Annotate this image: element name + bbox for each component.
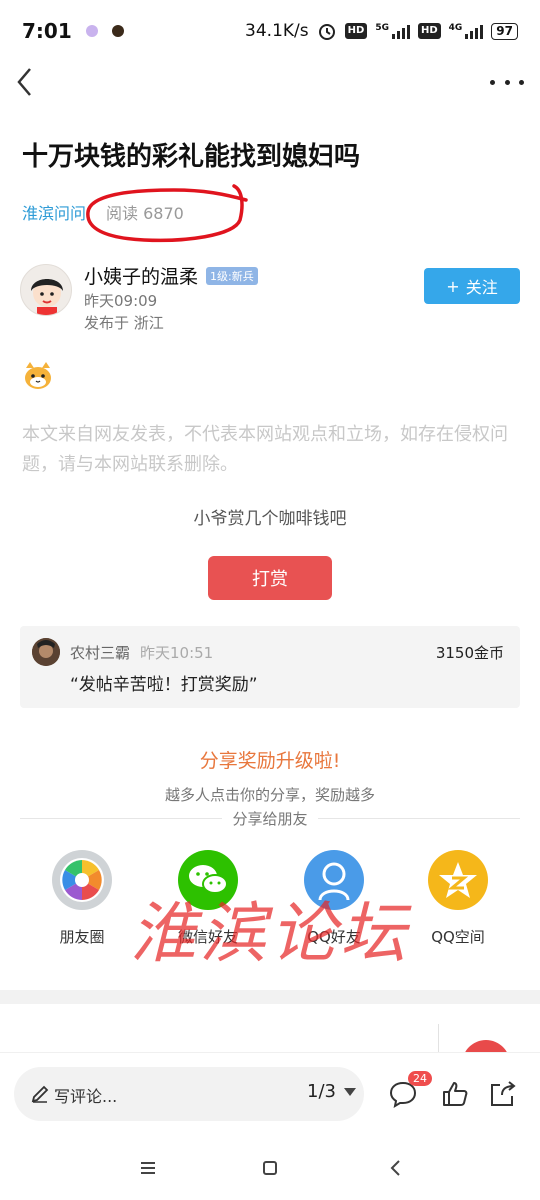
- back-button[interactable]: [10, 64, 40, 100]
- status-time: 7:01: [22, 19, 72, 43]
- reward-button[interactable]: 打赏: [208, 556, 332, 600]
- section-separator: [0, 990, 540, 1004]
- comment-placeholder: 写评论...: [54, 1087, 118, 1106]
- post-location: 发布于 浙江: [84, 314, 164, 332]
- hd-badge: HD: [344, 23, 368, 39]
- share-qq[interactable]: QQ好友: [284, 850, 384, 947]
- back-nav-icon[interactable]: [384, 1156, 408, 1180]
- system-nav-bar: [0, 1136, 540, 1200]
- author-block: 小姨子的温柔 1级:新兵 昨天09:09 发布于 浙江 + 关注: [20, 262, 520, 332]
- share-icon[interactable]: [488, 1079, 518, 1109]
- read-count: 阅读 6870: [106, 204, 184, 223]
- reward-record-card: 农村三霸 昨天10:51 3150金币 “发帖辛苦啦！打赏奖励”: [20, 626, 520, 708]
- share-wechat-label: 微信好友: [177, 928, 238, 946]
- moments-icon: [52, 850, 112, 910]
- alarm-icon: [318, 24, 335, 40]
- reward-hint: 小爷赏几个咖啡钱吧: [193, 509, 347, 529]
- share-subtitle: 越多人点击你的分享，奖励越多: [164, 786, 375, 804]
- reward-message: “发帖辛苦啦！打赏奖励”: [70, 675, 258, 695]
- chevron-left-icon: [17, 68, 31, 96]
- article-meta: 淮滨问问 阅读 6870: [22, 200, 184, 224]
- comment-count-badge: 24: [408, 1071, 432, 1086]
- follow-button[interactable]: + 关注: [424, 268, 520, 304]
- share-moments[interactable]: 朋友圈: [32, 850, 132, 947]
- share-qzone[interactable]: QQ空间: [408, 850, 508, 947]
- reward-time: 昨天10:51: [140, 644, 214, 662]
- reward-coins: 3150金币: [435, 644, 504, 662]
- signal-4g-icon: 4G: [449, 23, 484, 39]
- share-wechat[interactable]: 微信好友: [158, 850, 258, 947]
- channel-link[interactable]: 淮滨问问: [22, 200, 86, 224]
- qq-icon: [304, 850, 364, 910]
- bottom-action-bar: 写评论... 1/3 24: [0, 1052, 540, 1136]
- app-notification-icon: [111, 25, 124, 37]
- rewarder-name[interactable]: 农村三霸: [70, 642, 130, 663]
- notification-icon: [85, 25, 98, 37]
- page-indicator[interactable]: 1/3: [307, 1081, 356, 1102]
- pen-icon: [31, 1085, 49, 1103]
- share-to-label: 分享给朋友: [0, 808, 540, 829]
- network-speed: 34.1K/s: [245, 21, 309, 41]
- home-icon[interactable]: [258, 1156, 282, 1180]
- share-title: 分享奖励升级啦!: [199, 750, 341, 772]
- post-time: 昨天09:09: [84, 292, 158, 310]
- level-badge: 1级:新兵: [206, 267, 258, 285]
- qzone-icon: [428, 850, 488, 910]
- battery-indicator: 97: [491, 22, 518, 40]
- wechat-icon: [178, 850, 238, 910]
- top-bar: [0, 62, 540, 102]
- author-avatar[interactable]: [20, 264, 72, 316]
- article-title: 十万块钱的彩礼能找到媳妇吗: [22, 142, 361, 172]
- share-qq-label: QQ好友: [307, 928, 361, 946]
- menu-icon[interactable]: [136, 1156, 160, 1180]
- share-qzone-label: QQ空间: [431, 928, 485, 946]
- like-icon[interactable]: [440, 1079, 470, 1109]
- rewarder-avatar[interactable]: [32, 638, 60, 666]
- signal-5g-icon: 5G: [375, 23, 410, 39]
- cat-emoji-icon: [25, 362, 51, 389]
- plus-icon: +: [446, 276, 460, 296]
- disclaimer-text: 本文来自网友发表，不代表本网站观点和立场，如存在侵权问题，请与本网站联系删除。: [22, 424, 508, 475]
- caret-down-icon: [344, 1087, 356, 1096]
- follow-label: 关注: [465, 278, 498, 297]
- share-moments-label: 朋友圈: [59, 928, 105, 946]
- author-name[interactable]: 小姨子的温柔 1级:新兵: [84, 262, 258, 289]
- status-bar: 7:01 34.1K/s HD 5G HD 4G 97: [0, 0, 540, 62]
- hd-badge-2: HD: [417, 23, 441, 39]
- comment-input[interactable]: 写评论... 1/3: [14, 1067, 364, 1121]
- more-options-button[interactable]: [490, 70, 524, 94]
